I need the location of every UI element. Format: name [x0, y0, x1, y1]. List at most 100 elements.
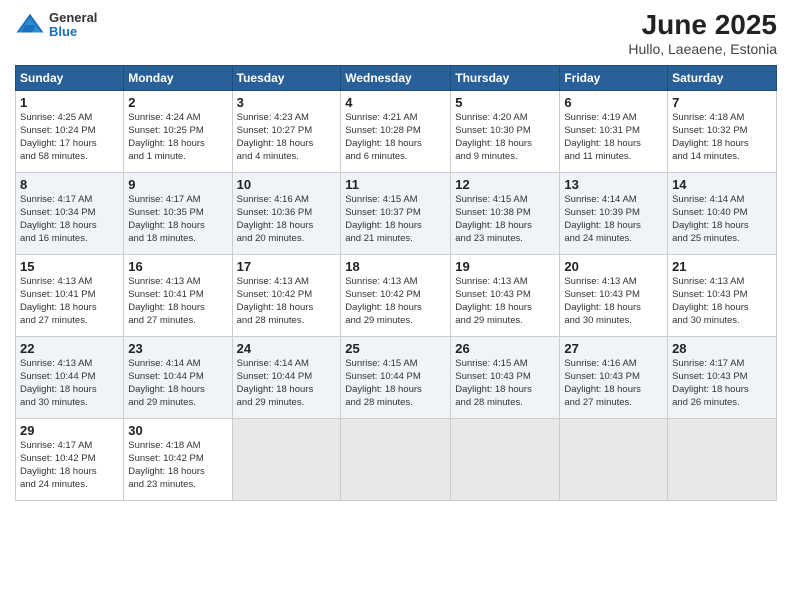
day-number: 19: [455, 258, 555, 276]
day-number: 8: [20, 176, 119, 194]
day-info-line: Sunset: 10:25 PM: [128, 125, 227, 138]
day-info-line: Daylight: 18 hours: [237, 138, 337, 151]
day-info-line: and 30 minutes.: [20, 397, 119, 410]
day-info-line: Sunset: 10:43 PM: [672, 371, 772, 384]
weekday-header-sunday: Sunday: [16, 65, 124, 90]
day-info-line: and 21 minutes.: [345, 233, 446, 246]
day-info-line: Sunrise: 4:13 AM: [455, 276, 555, 289]
calendar-cell: 23Sunrise: 4:14 AMSunset: 10:44 PMDaylig…: [124, 336, 232, 418]
calendar-cell: 29Sunrise: 4:17 AMSunset: 10:42 PMDaylig…: [16, 418, 124, 500]
day-info-line: Sunset: 10:37 PM: [345, 207, 446, 220]
calendar-cell: 10Sunrise: 4:16 AMSunset: 10:36 PMDaylig…: [232, 172, 341, 254]
day-info-line: Sunset: 10:44 PM: [237, 371, 337, 384]
day-info-line: and 23 minutes.: [455, 233, 555, 246]
day-info-line: Sunset: 10:42 PM: [237, 289, 337, 302]
calendar-cell: 19Sunrise: 4:13 AMSunset: 10:43 PMDaylig…: [451, 254, 560, 336]
day-info-line: and 26 minutes.: [672, 397, 772, 410]
day-info-line: Sunset: 10:43 PM: [564, 289, 663, 302]
day-info-line: Daylight: 18 hours: [20, 384, 119, 397]
day-info-line: Sunrise: 4:13 AM: [672, 276, 772, 289]
weekday-header-tuesday: Tuesday: [232, 65, 341, 90]
day-info-line: Sunset: 10:36 PM: [237, 207, 337, 220]
day-info-line: and 4 minutes.: [237, 151, 337, 164]
day-info-line: and 24 minutes.: [20, 479, 119, 492]
day-info-line: Sunrise: 4:25 AM: [20, 112, 119, 125]
day-info-line: Daylight: 18 hours: [455, 384, 555, 397]
calendar-cell: [560, 418, 668, 500]
day-info-line: Sunset: 10:44 PM: [20, 371, 119, 384]
day-number: 21: [672, 258, 772, 276]
calendar-cell: 4Sunrise: 4:21 AMSunset: 10:28 PMDayligh…: [341, 90, 451, 172]
day-number: 6: [564, 94, 663, 112]
day-info-line: and 27 minutes.: [20, 315, 119, 328]
day-info-line: Sunset: 10:43 PM: [672, 289, 772, 302]
day-info-line: Daylight: 18 hours: [455, 302, 555, 315]
day-info-line: Daylight: 18 hours: [128, 302, 227, 315]
day-info-line: Sunrise: 4:15 AM: [345, 194, 446, 207]
day-info-line: and 9 minutes.: [455, 151, 555, 164]
day-info-line: Daylight: 18 hours: [128, 384, 227, 397]
day-info-line: and 20 minutes.: [237, 233, 337, 246]
day-info-line: Sunrise: 4:24 AM: [128, 112, 227, 125]
calendar-cell: 3Sunrise: 4:23 AMSunset: 10:27 PMDayligh…: [232, 90, 341, 172]
day-number: 3: [237, 94, 337, 112]
week-row-3: 15Sunrise: 4:13 AMSunset: 10:41 PMDaylig…: [16, 254, 777, 336]
day-info-line: Sunset: 10:30 PM: [455, 125, 555, 138]
day-info-line: Sunrise: 4:18 AM: [128, 440, 227, 453]
day-info-line: Sunrise: 4:13 AM: [20, 276, 119, 289]
day-number: 15: [20, 258, 119, 276]
day-number: 5: [455, 94, 555, 112]
day-info-line: Sunrise: 4:15 AM: [345, 358, 446, 371]
day-info-line: and 30 minutes.: [672, 315, 772, 328]
day-info-line: Daylight: 18 hours: [237, 220, 337, 233]
day-info-line: Sunset: 10:44 PM: [128, 371, 227, 384]
logo-icon: [15, 10, 45, 40]
day-number: 13: [564, 176, 663, 194]
day-info-line: Sunset: 10:43 PM: [455, 289, 555, 302]
day-info-line: Sunrise: 4:14 AM: [128, 358, 227, 371]
day-info-line: Sunset: 10:43 PM: [455, 371, 555, 384]
day-info-line: Sunrise: 4:14 AM: [237, 358, 337, 371]
day-number: 28: [672, 340, 772, 358]
day-info-line: Sunrise: 4:14 AM: [672, 194, 772, 207]
day-info-line: and 28 minutes.: [345, 397, 446, 410]
day-info-line: Sunrise: 4:13 AM: [345, 276, 446, 289]
day-info-line: Sunrise: 4:14 AM: [564, 194, 663, 207]
calendar-cell: 17Sunrise: 4:13 AMSunset: 10:42 PMDaylig…: [232, 254, 341, 336]
calendar-cell: 27Sunrise: 4:16 AMSunset: 10:43 PMDaylig…: [560, 336, 668, 418]
calendar-cell: 5Sunrise: 4:20 AMSunset: 10:30 PMDayligh…: [451, 90, 560, 172]
day-number: 12: [455, 176, 555, 194]
calendar-cell: 30Sunrise: 4:18 AMSunset: 10:42 PMDaylig…: [124, 418, 232, 500]
day-number: 10: [237, 176, 337, 194]
calendar-cell: 21Sunrise: 4:13 AMSunset: 10:43 PMDaylig…: [668, 254, 777, 336]
day-info-line: and 14 minutes.: [672, 151, 772, 164]
day-info-line: Daylight: 18 hours: [128, 466, 227, 479]
day-info-line: and 28 minutes.: [455, 397, 555, 410]
day-info-line: Daylight: 18 hours: [345, 384, 446, 397]
day-info-line: Sunrise: 4:13 AM: [128, 276, 227, 289]
day-info-line: Sunset: 10:35 PM: [128, 207, 227, 220]
week-row-1: 1Sunrise: 4:25 AMSunset: 10:24 PMDayligh…: [16, 90, 777, 172]
day-number: 22: [20, 340, 119, 358]
day-info-line: Daylight: 18 hours: [672, 302, 772, 315]
day-info-line: and 11 minutes.: [564, 151, 663, 164]
calendar-cell: [668, 418, 777, 500]
day-info-line: Daylight: 18 hours: [128, 138, 227, 151]
page: General Blue June 2025 Hullo, Laeaene, E…: [0, 0, 792, 612]
day-info-line: Sunrise: 4:17 AM: [20, 440, 119, 453]
day-number: 1: [20, 94, 119, 112]
day-info-line: Sunrise: 4:17 AM: [20, 194, 119, 207]
day-info-line: Sunrise: 4:20 AM: [455, 112, 555, 125]
week-row-2: 8Sunrise: 4:17 AMSunset: 10:34 PMDayligh…: [16, 172, 777, 254]
day-info-line: Sunrise: 4:17 AM: [672, 358, 772, 371]
calendar-subtitle: Hullo, Laeaene, Estonia: [628, 41, 777, 57]
weekday-header-saturday: Saturday: [668, 65, 777, 90]
day-info-line: Sunrise: 4:17 AM: [128, 194, 227, 207]
weekday-header-friday: Friday: [560, 65, 668, 90]
calendar-cell: 25Sunrise: 4:15 AMSunset: 10:44 PMDaylig…: [341, 336, 451, 418]
day-number: 18: [345, 258, 446, 276]
calendar-cell: 16Sunrise: 4:13 AMSunset: 10:41 PMDaylig…: [124, 254, 232, 336]
day-info-line: Daylight: 18 hours: [455, 220, 555, 233]
day-info-line: Sunrise: 4:15 AM: [455, 194, 555, 207]
day-info-line: Sunset: 10:40 PM: [672, 207, 772, 220]
